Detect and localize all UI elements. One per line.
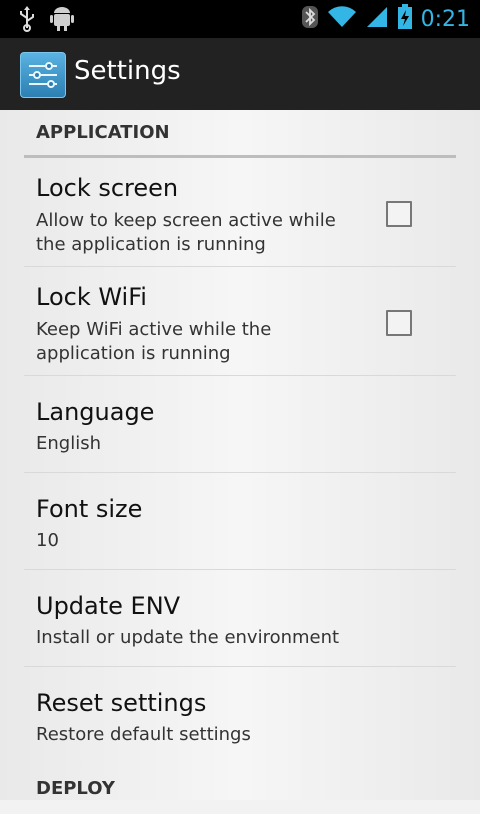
section-header-application: APPLICATION	[24, 110, 456, 158]
usb-icon	[18, 6, 36, 36]
pref-summary: Keep WiFi active while the application i…	[36, 319, 272, 364]
status-bar: 0:21	[0, 0, 480, 38]
pref-summary: Allow to keep screen active while the ap…	[36, 210, 336, 255]
bluetooth-icon	[301, 4, 319, 34]
lock-screen-checkbox[interactable]	[386, 201, 412, 227]
pref-summary: Restore default settings	[36, 724, 251, 745]
pref-lock-wifi[interactable]: Lock WiFi Keep WiFi active while the app…	[24, 267, 456, 376]
lock-wifi-checkbox[interactable]	[386, 310, 412, 336]
pref-update-env[interactable]: Update ENV Install or update the environ…	[24, 570, 456, 667]
section-header-label: DEPLOY	[36, 778, 115, 799]
pref-title: Update ENV	[36, 592, 181, 620]
section-header-deploy: DEPLOY	[24, 766, 456, 814]
section-header-label: APPLICATION	[36, 122, 170, 143]
settings-app-icon[interactable]	[20, 52, 66, 98]
preferences-list[interactable]: APPLICATION Lock screen Allow to keep sc…	[0, 110, 480, 800]
pref-title: Lock WiFi	[36, 283, 147, 311]
pref-summary: English	[36, 433, 101, 454]
pref-reset-settings[interactable]: Reset settings Restore default settings	[24, 667, 456, 763]
pref-title: Reset settings	[36, 689, 207, 717]
pref-lock-screen[interactable]: Lock screen Allow to keep screen active …	[24, 158, 456, 267]
battery-charging-icon	[397, 4, 413, 34]
pref-summary: Install or update the environment	[36, 627, 340, 648]
pref-font-size[interactable]: Font size 10	[24, 473, 456, 570]
pref-title: Lock screen	[36, 174, 179, 202]
page-title: Settings	[74, 56, 181, 86]
wifi-icon	[327, 5, 357, 33]
status-time: 0:21	[420, 6, 470, 32]
pref-language[interactable]: Language English	[24, 376, 456, 473]
pref-title: Font size	[36, 495, 143, 523]
action-bar: Settings	[0, 38, 480, 110]
android-debug-icon	[50, 6, 74, 36]
pref-summary: 10	[36, 530, 59, 551]
signal-icon	[365, 5, 389, 33]
pref-title: Language	[36, 398, 155, 426]
